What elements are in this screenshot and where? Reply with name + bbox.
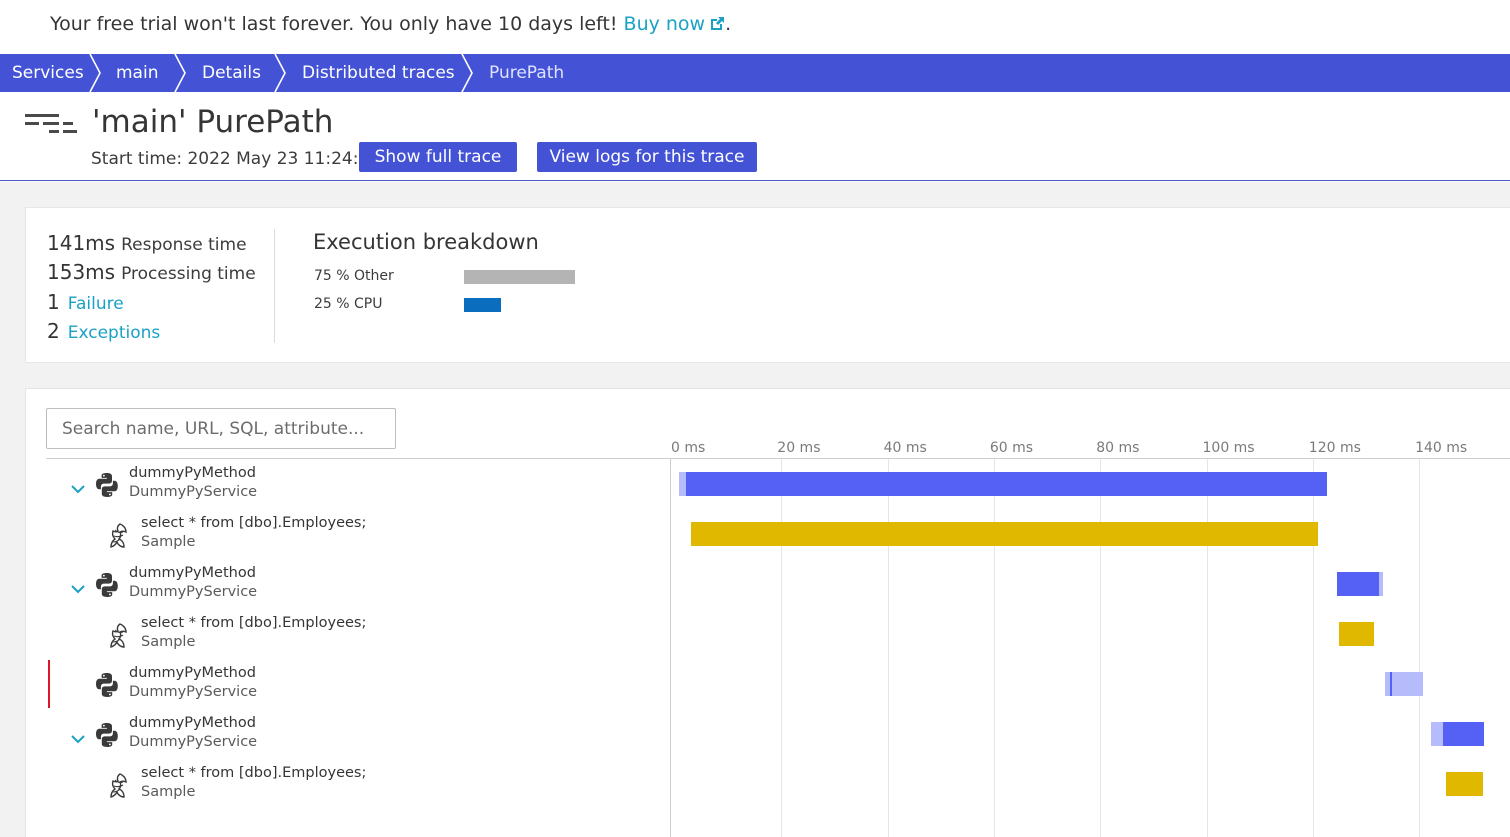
failure-count: 1 bbox=[47, 290, 60, 314]
chevron-down-icon[interactable] bbox=[70, 729, 86, 744]
timeline-gridline bbox=[1313, 459, 1314, 837]
buy-now-label: Buy now bbox=[623, 13, 706, 35]
response-time-label: Response time bbox=[121, 235, 247, 255]
breadcrumb-separator-icon bbox=[461, 54, 473, 92]
trace-row-subtitle: DummyPyService bbox=[129, 584, 258, 600]
trace-row-subtitle: DummyPyService bbox=[129, 684, 258, 700]
trace-row-name: select * from [dbo].Employees; bbox=[141, 515, 367, 531]
execution-breakdown-title: Execution breakdown bbox=[313, 230, 539, 254]
breadcrumb-distributed-traces[interactable]: Distributed traces bbox=[302, 54, 455, 92]
trace-row-name: dummyPyMethod bbox=[129, 665, 256, 681]
timeline-tick-label: 20 ms bbox=[777, 440, 821, 456]
trial-message: Your free trial won't last forever. You … bbox=[50, 13, 731, 35]
trace-row-name: dummyPyMethod bbox=[129, 565, 256, 581]
processing-time-value: 153ms bbox=[47, 260, 116, 284]
python-icon bbox=[94, 472, 120, 498]
timeline-gridline bbox=[1419, 459, 1420, 837]
trace-row-service[interactable]: dummyPyMethod DummyPyService bbox=[46, 659, 666, 709]
breadcrumb-separator-icon bbox=[274, 54, 286, 92]
failure-metric: 1 Failure bbox=[47, 290, 124, 314]
trace-row-service[interactable]: dummyPyMethod DummyPyService bbox=[46, 459, 666, 509]
trace-row-subtitle: Sample bbox=[141, 534, 196, 550]
database-icon bbox=[106, 772, 132, 800]
breadcrumb-purepath: PurePath bbox=[489, 63, 565, 83]
python-icon bbox=[94, 572, 120, 598]
exceptions-count: 2 bbox=[47, 319, 60, 343]
breadcrumb-separator-icon bbox=[174, 54, 186, 92]
breakdown-other-bar bbox=[464, 270, 575, 284]
db-call-bar[interactable] bbox=[690, 522, 1319, 546]
trace-row-service[interactable]: dummyPyMethod DummyPyService bbox=[46, 709, 666, 759]
db-call-bar[interactable] bbox=[1445, 772, 1483, 796]
processing-time-metric: 153ms Processing time bbox=[47, 260, 256, 284]
breadcrumb-separator-icon bbox=[89, 54, 101, 92]
exceptions-metric: 2 Exceptions bbox=[47, 319, 160, 343]
breakdown-other-label: 75 % Other bbox=[314, 268, 394, 284]
chevron-down-icon[interactable] bbox=[70, 479, 86, 494]
start-time: Start time: 2022 May 23 11:24:01 bbox=[91, 149, 381, 169]
show-full-trace-button[interactable]: Show full trace bbox=[359, 142, 517, 172]
trace-row-db-call[interactable]: select * from [dbo].Employees; Sample bbox=[46, 759, 666, 809]
service-self-time-bar bbox=[1336, 572, 1380, 596]
exceptions-link[interactable]: Exceptions bbox=[68, 323, 161, 343]
python-icon bbox=[94, 672, 120, 698]
python-icon bbox=[94, 722, 120, 748]
database-icon bbox=[106, 522, 132, 550]
buy-now-link[interactable]: Buy now bbox=[624, 13, 726, 35]
external-link-icon bbox=[711, 17, 725, 30]
trace-row-subtitle: DummyPyService bbox=[129, 484, 258, 500]
timeline-left-border bbox=[670, 459, 671, 837]
timeline-gridline bbox=[1100, 459, 1101, 837]
response-time-metric: 141ms Response time bbox=[47, 231, 247, 255]
failure-link[interactable]: Failure bbox=[68, 294, 124, 314]
service-self-time-bar bbox=[1389, 672, 1392, 696]
timeline-tick-label: 140 ms bbox=[1415, 440, 1468, 456]
breakdown-cpu-label: 25 % CPU bbox=[314, 296, 383, 312]
failure-marker bbox=[48, 660, 50, 708]
trial-message-trailing: . bbox=[725, 13, 732, 35]
view-logs-button[interactable]: View logs for this trace bbox=[537, 142, 757, 172]
timeline-tick-label: 100 ms bbox=[1202, 440, 1255, 456]
trace-row-name: dummyPyMethod bbox=[129, 715, 256, 731]
timeline-gridline bbox=[994, 459, 995, 837]
response-time-value: 141ms bbox=[47, 231, 116, 255]
service-self-time-bar bbox=[1443, 722, 1484, 746]
breadcrumb: Services main Details Distributed traces… bbox=[0, 54, 1510, 92]
page-header: 'main' PurePath Start time: 2022 May 23 … bbox=[0, 92, 1510, 181]
service-self-time-bar bbox=[685, 472, 1328, 496]
trace-row-service[interactable]: dummyPyMethod DummyPyService bbox=[46, 559, 666, 609]
summary-divider bbox=[274, 229, 275, 343]
page-title: 'main' PurePath bbox=[92, 104, 334, 140]
trial-banner: Your free trial won't last forever. You … bbox=[0, 0, 1510, 54]
db-call-bar[interactable] bbox=[1339, 622, 1374, 646]
timeline-tick-label: 0 ms bbox=[671, 440, 706, 456]
breadcrumb-main[interactable]: main bbox=[116, 54, 158, 92]
timeline-tick-label: 40 ms bbox=[883, 440, 927, 456]
trace-row-name: select * from [dbo].Employees; bbox=[141, 765, 367, 781]
timeline-tick-label: 80 ms bbox=[1096, 440, 1140, 456]
timeline-tick-label: 60 ms bbox=[989, 440, 1034, 456]
trace-row-subtitle: Sample bbox=[141, 634, 196, 650]
processing-time-label: Processing time bbox=[121, 264, 256, 284]
trace-row-name: dummyPyMethod bbox=[129, 465, 256, 481]
trial-message-text: Your free trial won't last forever. You … bbox=[50, 13, 624, 35]
timeline-gridline bbox=[1207, 459, 1208, 837]
trace-row-subtitle: Sample bbox=[141, 784, 196, 800]
timeline-gridline bbox=[888, 459, 889, 837]
search-input[interactable] bbox=[46, 408, 396, 449]
database-icon bbox=[106, 622, 132, 650]
breadcrumb-details[interactable]: Details bbox=[202, 54, 261, 92]
breadcrumb-services[interactable]: Services bbox=[12, 54, 84, 92]
trace-row-name: select * from [dbo].Employees; bbox=[141, 615, 367, 631]
chevron-down-icon[interactable] bbox=[70, 579, 86, 594]
trace-row-db-call[interactable]: select * from [dbo].Employees; Sample bbox=[46, 609, 666, 659]
trace-row-db-call[interactable]: select * from [dbo].Employees; Sample bbox=[46, 509, 666, 559]
breakdown-cpu-bar bbox=[464, 298, 501, 312]
summary-card: 141ms Response time 153ms Processing time … bbox=[25, 207, 1510, 363]
purepath-icon bbox=[25, 114, 77, 133]
trace-row-subtitle: DummyPyService bbox=[129, 734, 258, 750]
timeline-gridline bbox=[781, 459, 782, 837]
timeline-tick-label: 120 ms bbox=[1308, 440, 1361, 456]
